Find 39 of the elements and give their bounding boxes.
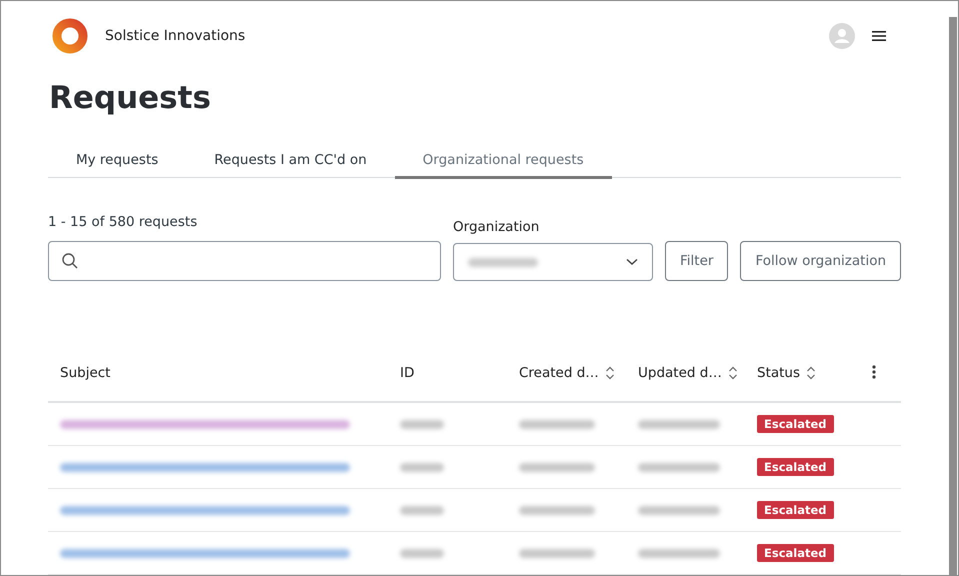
field-label: Organization [453, 219, 540, 235]
blurred-text [468, 258, 538, 266]
chevron-down-icon [626, 258, 638, 266]
tab[interactable]: Requests I am CC'd on [186, 143, 395, 179]
blurred-text [400, 548, 444, 558]
blurred-text [400, 506, 444, 514]
menu-icon[interactable] [872, 30, 886, 42]
page-title: Requests [49, 79, 212, 117]
organization-dropdown[interactable] [453, 243, 653, 281]
tab[interactable]: Organizational requests [394, 143, 612, 179]
blurred-link[interactable] [60, 420, 350, 428]
tab[interactable]: My requests [48, 143, 186, 179]
column-header[interactable]: Created d… [519, 365, 615, 381]
column-header[interactable]: Status [757, 365, 816, 381]
blurred-link[interactable] [60, 462, 350, 472]
scrollbar[interactable] [949, 17, 957, 575]
sort-icon [728, 366, 738, 380]
logo-icon [51, 17, 89, 55]
sort-icon [604, 366, 615, 380]
results-count: 1 - 15 of 580 requests [48, 214, 198, 230]
search-field[interactable] [48, 241, 441, 281]
blurred-text [400, 462, 444, 472]
column-header[interactable]: Updated d… [638, 365, 738, 381]
brand-name: Solstice Innovations [105, 28, 246, 44]
blurred-link[interactable] [60, 506, 350, 514]
avatar-icon [829, 23, 856, 49]
status-tag: Escalated [757, 501, 834, 519]
column-header: ID [400, 365, 414, 381]
search-icon [61, 252, 79, 270]
action-button[interactable]: Filter [665, 241, 728, 281]
action-button[interactable]: Follow organization [740, 241, 902, 281]
more-options-icon[interactable] [872, 365, 876, 379]
status-tag: Escalated [757, 415, 834, 433]
status-tag: Escalated [757, 458, 834, 476]
status-tag: Escalated [757, 544, 834, 562]
blurred-text [400, 420, 444, 428]
column-header: Subject [60, 365, 110, 381]
sort-icon [806, 366, 816, 380]
blurred-link[interactable] [60, 548, 350, 558]
